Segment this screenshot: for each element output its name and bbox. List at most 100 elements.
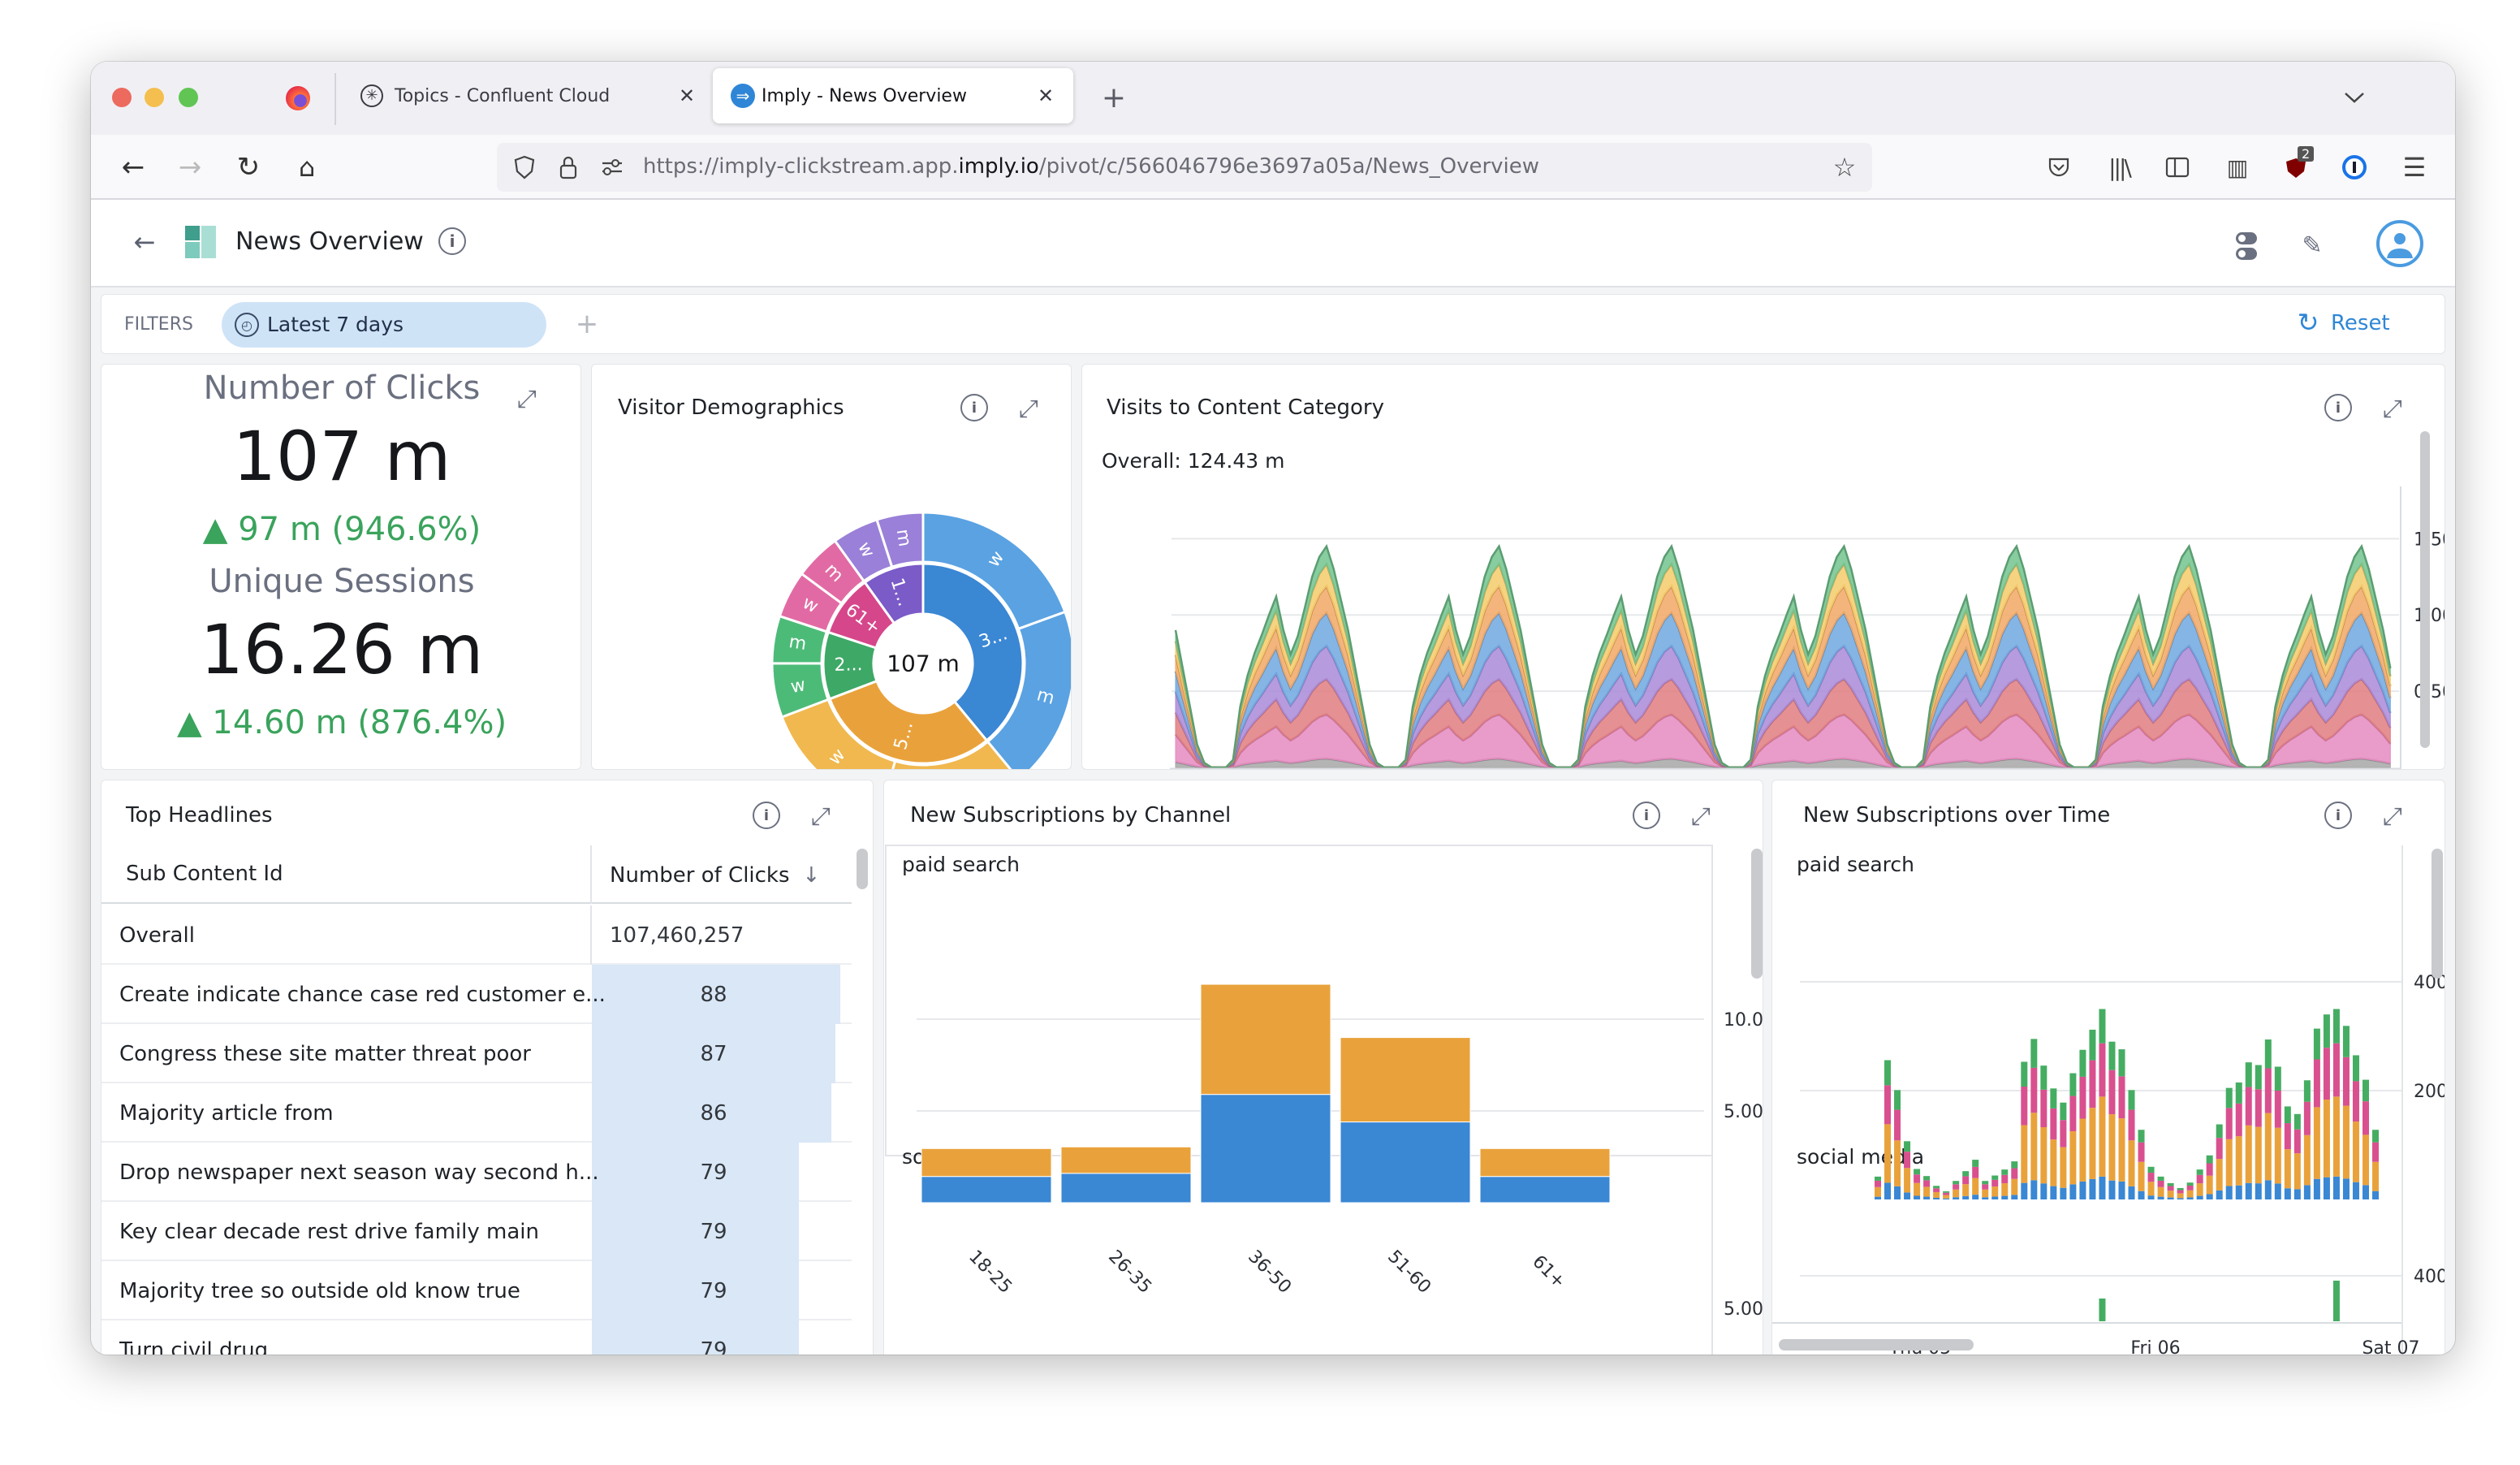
sort-down-arrow-icon[interactable]: ↓	[803, 863, 821, 888]
edit-pencil-icon[interactable]: ✎	[2296, 229, 2328, 261]
stacked-bar-segment	[2264, 1039, 2272, 1069]
zoom-window-button[interactable]	[179, 88, 198, 107]
minimize-window-button[interactable]	[145, 88, 164, 107]
stacked-bar-segment	[2118, 1049, 2125, 1077]
stacked-bar-segment	[1923, 1176, 1931, 1181]
reset-button[interactable]: ↻ Reset	[2293, 306, 2415, 342]
stacked-bar-segment	[2079, 1076, 2086, 1119]
back-arrow-icon[interactable]: ←	[128, 226, 161, 258]
horizontal-scrollbar[interactable]	[1779, 1339, 1974, 1350]
stacked-bar-segment	[2303, 1101, 2311, 1135]
vertical-scrollbar[interactable]	[857, 849, 868, 889]
table-row[interactable]: Drop newspaper next season way second h.…	[101, 1143, 852, 1202]
subscriptions-over-time-panel: New Subscriptions over Time i ⤢ paid sea…	[1771, 780, 2445, 1355]
stacked-bar-segment	[2225, 1087, 2233, 1108]
stacked-bar-segment	[2332, 1176, 2340, 1199]
pocket-icon[interactable]	[2043, 151, 2075, 184]
stacked-bar-segment	[2060, 1147, 2067, 1188]
table-row-overall[interactable]: Overall 107,460,257	[101, 905, 852, 965]
add-filter-icon[interactable]: +	[571, 308, 603, 340]
visits-area-chart[interactable]: 0.50 m1.00 m1.50 mFri 06Sun 08Tue 10	[1082, 365, 2445, 770]
stacked-bar-segment	[1991, 1186, 1999, 1197]
stacked-bar-segment	[2089, 1108, 2096, 1179]
stacked-bar-segment	[2030, 1180, 2038, 1199]
kpi-label: Unique Sessions	[209, 563, 475, 600]
vertical-scrollbar[interactable]	[2420, 431, 2430, 748]
reload-icon[interactable]: ↻	[231, 149, 266, 185]
vertical-scrollbar[interactable]	[1751, 849, 1763, 979]
row-value: 87	[700, 1042, 727, 1066]
expand-icon[interactable]: ⤢	[805, 800, 837, 832]
stacked-bar-segment	[2069, 1131, 2077, 1185]
x-tick-label: Sat 07	[2362, 1338, 2419, 1355]
row-value: 86	[700, 1101, 727, 1126]
close-window-button[interactable]	[112, 88, 132, 107]
stacked-bar-segment	[2011, 1178, 2018, 1195]
stacked-bar-segment	[1923, 1180, 1931, 1187]
stacked-bar-segment	[2099, 1043, 2106, 1097]
stacked-bar-segment	[2196, 1195, 2203, 1199]
close-tab-icon[interactable]: ✕	[679, 84, 695, 107]
menu-icon[interactable]: ☰	[2398, 151, 2431, 184]
stacked-bar-segment	[1904, 1192, 1911, 1199]
chevron-down-icon[interactable]	[2338, 81, 2371, 114]
forward-icon[interactable]: →	[172, 149, 208, 185]
ublock-icon[interactable]: 2	[2280, 146, 2315, 184]
row-label: Congress these site matter threat poor	[119, 1042, 531, 1066]
stacked-bar-segment	[2186, 1182, 2194, 1186]
stacked-bar-segment	[2293, 1113, 2301, 1130]
url-text[interactable]: https://imply-clickstream.app.imply.io/p…	[643, 154, 1539, 179]
sidebar-icon[interactable]	[2161, 151, 2194, 184]
row-label: Drop newspaper next season way second h.…	[119, 1160, 599, 1185]
table-row[interactable]: Turn civil drug 79	[101, 1320, 852, 1355]
extension-icon[interactable]: ▥	[2221, 151, 2254, 184]
permissions-icon[interactable]	[598, 153, 627, 182]
stacked-bar-segment	[1875, 1196, 1881, 1199]
expand-icon[interactable]: ⤢	[511, 382, 543, 415]
password-manager-icon[interactable]	[2338, 151, 2371, 184]
table-row[interactable]: Key clear decade rest drive family main 7…	[101, 1202, 852, 1261]
stacked-bar-segment	[1914, 1182, 1921, 1196]
tab-imply[interactable]: ⇒ Imply - News Overview ✕	[713, 68, 1073, 123]
stacked-bar-segment	[2021, 1061, 2028, 1087]
stacked-bar-segment	[1875, 1180, 1881, 1187]
subscriptions-over-time-chart[interactable]: paid searchsocial media200.00400.00400.0…	[1772, 780, 2445, 1355]
url-bar[interactable]: https://imply-clickstream.app.imply.io/p…	[497, 143, 1872, 192]
stacked-bar-segment	[2293, 1189, 2301, 1199]
sunburst-chart[interactable]: 3...wm5...mw2...wm61+wm1...wm107 m	[592, 365, 1072, 770]
stacked-bar-segment	[2060, 1187, 2067, 1199]
close-tab-icon[interactable]: ✕	[1038, 84, 1054, 107]
table-row[interactable]: Majority article from 86	[101, 1083, 852, 1143]
back-icon[interactable]: ←	[115, 149, 151, 185]
info-icon[interactable]: i	[438, 227, 466, 255]
library-icon[interactable]: |||\	[2103, 151, 2135, 184]
stacked-bar-segment	[2313, 1107, 2320, 1179]
stacked-bar-segment	[2323, 1048, 2330, 1100]
toggle-settings-icon[interactable]	[2236, 232, 2257, 260]
sunburst-outer-label: m	[892, 528, 915, 548]
table-row[interactable]: Majority tree so outside old know true 79	[101, 1261, 852, 1320]
star-icon[interactable]: ☆	[1828, 151, 1861, 184]
vertical-scrollbar[interactable]	[2432, 849, 2443, 979]
table-row[interactable]: Create indicate chance case red customer…	[101, 965, 852, 1024]
stacked-bar-segment	[2069, 1184, 2077, 1199]
stacked-bar-segment	[1933, 1188, 1940, 1192]
stacked-bar-segment	[1982, 1181, 1989, 1185]
url-host: imply.io	[958, 154, 1039, 179]
subscriptions-by-channel-chart[interactable]: paid searchsocial media5.00 k10.00 k10.0…	[884, 780, 1763, 1355]
sunburst-center-label: 107 m	[887, 650, 960, 677]
new-tab-icon[interactable]: +	[1098, 81, 1130, 115]
shield-icon[interactable]	[510, 153, 539, 182]
column-header-number-of-clicks[interactable]: Number of Clicks ↓	[610, 863, 820, 888]
lock-icon[interactable]	[554, 153, 583, 182]
user-avatar[interactable]	[2375, 219, 2424, 268]
stacked-bar-segment	[1972, 1178, 1979, 1195]
info-icon[interactable]: i	[753, 802, 780, 829]
stacked-bar-segment	[2177, 1187, 2184, 1191]
time-filter-pill[interactable]: ◴ Latest 7 days	[222, 302, 546, 348]
column-header-sub-content-id[interactable]: Sub Content Id	[126, 862, 283, 886]
tab-confluent[interactable]: ✳ Topics - Confluent Cloud ✕	[343, 68, 708, 123]
stacked-bar-segment	[2372, 1130, 2380, 1143]
home-icon[interactable]: ⌂	[289, 149, 325, 185]
table-row[interactable]: Congress these site matter threat poor 87	[101, 1024, 852, 1083]
